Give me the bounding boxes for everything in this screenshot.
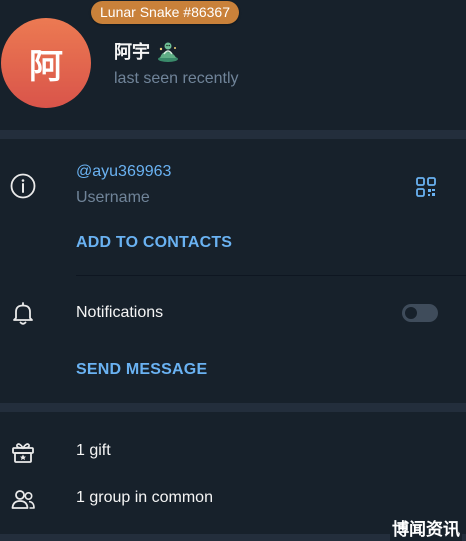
groups-in-common-row[interactable]: 1 group in common xyxy=(76,489,213,507)
avatar[interactable]: 阿 xyxy=(1,18,91,108)
notifications-label: Notifications xyxy=(76,304,164,321)
last-seen-status: last seen recently xyxy=(114,70,239,87)
collectible-badge[interactable]: Lunar Snake #86367 xyxy=(91,1,239,24)
add-to-contacts-button[interactable]: ADD TO CONTACTS xyxy=(76,234,232,252)
lunar-snake-icon[interactable] xyxy=(156,39,180,63)
username-link[interactable]: @ayu369963 xyxy=(76,163,171,181)
section-separator xyxy=(0,130,466,139)
section-separator xyxy=(0,403,466,412)
username-label: Username xyxy=(76,189,150,206)
gift-icon xyxy=(10,439,36,465)
toggle-knob xyxy=(403,305,419,321)
gifts-row[interactable]: 1 gift xyxy=(76,442,111,460)
info-section: @ayu369963 Username ADD TO CONTACTS Noti… xyxy=(0,139,466,403)
profile-page: 阿 Lunar Snake #86367 阿宇 last seen recent… xyxy=(0,0,466,541)
profile-header: 阿 Lunar Snake #86367 阿宇 last seen recent… xyxy=(0,0,466,130)
name-row: 阿宇 xyxy=(114,38,180,64)
send-message-button[interactable]: SEND MESSAGE xyxy=(76,361,207,379)
bell-icon xyxy=(10,300,36,326)
notifications-toggle[interactable] xyxy=(402,304,438,322)
profile-name: 阿宇 xyxy=(114,42,150,63)
qr-code-icon[interactable] xyxy=(414,175,438,199)
divider xyxy=(76,275,466,276)
info-icon xyxy=(10,173,36,199)
watermark: 博闻资讯 xyxy=(390,520,462,541)
group-icon xyxy=(10,486,36,512)
